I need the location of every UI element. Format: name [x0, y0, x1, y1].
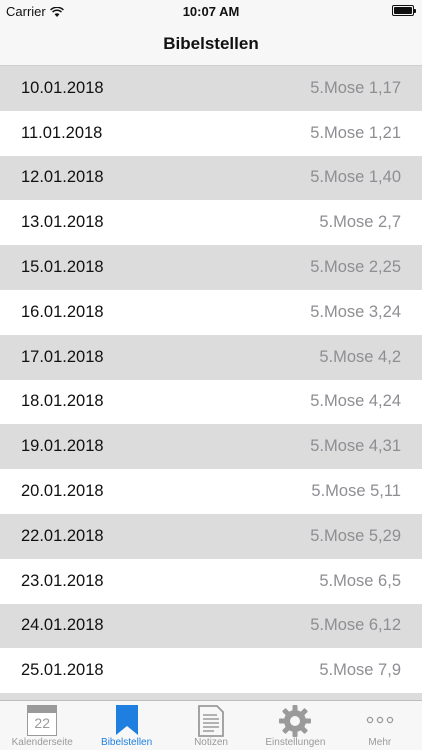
row-date: 22.01.2018 [21, 526, 104, 545]
row-reference: 5.Mose 6,12 [310, 616, 401, 635]
more-icon [366, 705, 394, 735]
calendar-day: 22 [34, 715, 50, 731]
row-date: 12.01.2018 [21, 168, 104, 187]
tab-bibelstellen[interactable]: Bibelstellen [84, 701, 168, 750]
notes-icon [198, 705, 224, 737]
row-reference: 5.Mose 4,24 [310, 392, 401, 411]
row-reference: 5.Mose 3,24 [310, 302, 401, 321]
navigation-bar: Bibelstellen [0, 22, 422, 66]
tab-bar: 22 Kalenderseite Bibelstellen Notizen Ei… [0, 700, 422, 750]
row-date: 11.01.2018 [21, 123, 103, 142]
row-reference: 5.Mose 6,5 [319, 571, 401, 590]
row-date: 10.01.2018 [21, 78, 104, 97]
row-reference: 5.Mose 2,25 [310, 258, 401, 277]
row-reference: 5.Mose 1,40 [310, 168, 401, 187]
tab-notizen[interactable]: Notizen [169, 701, 253, 750]
row-reference: 5.Mose 2,7 [319, 213, 401, 232]
row-date: 18.01.2018 [21, 392, 104, 411]
row-date: 15.01.2018 [21, 258, 104, 277]
tab-label: Bibelstellen [101, 737, 153, 748]
list-row[interactable]: 13.01.2018 5.Mose 2,7 [0, 200, 422, 245]
row-date: 17.01.2018 [21, 347, 104, 366]
row-reference: 5.Mose 7,9 [319, 661, 401, 680]
row-date: 24.01.2018 [21, 616, 104, 635]
list-row[interactable]: 18.01.2018 5.Mose 4,24 [0, 380, 422, 425]
tab-label: Notizen [194, 737, 228, 748]
list-row[interactable]: 15.01.2018 5.Mose 2,25 [0, 245, 422, 290]
list-row[interactable]: 22.01.2018 5.Mose 5,29 [0, 513, 422, 559]
list-row[interactable]: 20.01.2018 5.Mose 5,11 [0, 469, 422, 514]
list-row[interactable]: 25.01.2018 5.Mose 7,9 [0, 648, 422, 693]
tab-einstellungen[interactable]: Einstellungen [253, 701, 337, 750]
tab-label: Einstellungen [265, 737, 326, 748]
tab-label: Kalenderseite [11, 737, 73, 748]
calendar-icon: 22 [27, 705, 58, 736]
status-time: 10:07 AM [182, 4, 240, 19]
gear-icon [279, 705, 312, 737]
tab-mehr[interactable]: Mehr [338, 701, 422, 750]
row-reference: 5.Mose 5,11 [311, 482, 401, 501]
bible-reference-list[interactable]: 10.01.2018 5.Mose 1,17 11.01.2018 5.Mose… [0, 66, 422, 700]
row-date: 23.01.2018 [21, 571, 104, 590]
list-row-partial[interactable] [0, 693, 422, 700]
status-bar: Carrier 10:07 AM [0, 0, 422, 22]
row-date: 25.01.2018 [21, 661, 104, 680]
list-row[interactable]: 12.01.2018 5.Mose 1,40 [0, 155, 422, 201]
list-row[interactable]: 10.01.2018 5.Mose 1,17 [0, 66, 422, 111]
list-row[interactable]: 17.01.2018 5.Mose 4,2 [0, 334, 422, 380]
row-date: 16.01.2018 [21, 302, 104, 321]
list-row[interactable]: 23.01.2018 5.Mose 6,5 [0, 559, 422, 604]
tab-kalenderseite[interactable]: 22 Kalenderseite [0, 701, 84, 750]
row-date: 13.01.2018 [21, 213, 104, 232]
tab-label: Mehr [368, 737, 392, 748]
list-row[interactable]: 11.01.2018 5.Mose 1,21 [0, 111, 422, 156]
bookmark-icon [115, 705, 138, 735]
page-title: Bibelstellen [163, 34, 259, 53]
list-row[interactable]: 24.01.2018 5.Mose 6,12 [0, 603, 422, 649]
list-row[interactable]: 16.01.2018 5.Mose 3,24 [0, 290, 422, 335]
row-reference: 5.Mose 4,31 [310, 437, 401, 456]
row-date: 19.01.2018 [21, 437, 104, 456]
row-date: 20.01.2018 [21, 482, 104, 501]
row-reference: 5.Mose 1,21 [310, 123, 401, 142]
list-row[interactable]: 19.01.2018 5.Mose 4,31 [0, 424, 422, 470]
row-reference: 5.Mose 1,17 [310, 78, 401, 97]
row-reference: 5.Mose 4,2 [319, 347, 401, 366]
row-reference: 5.Mose 5,29 [310, 526, 401, 545]
battery-icon [392, 5, 416, 16]
